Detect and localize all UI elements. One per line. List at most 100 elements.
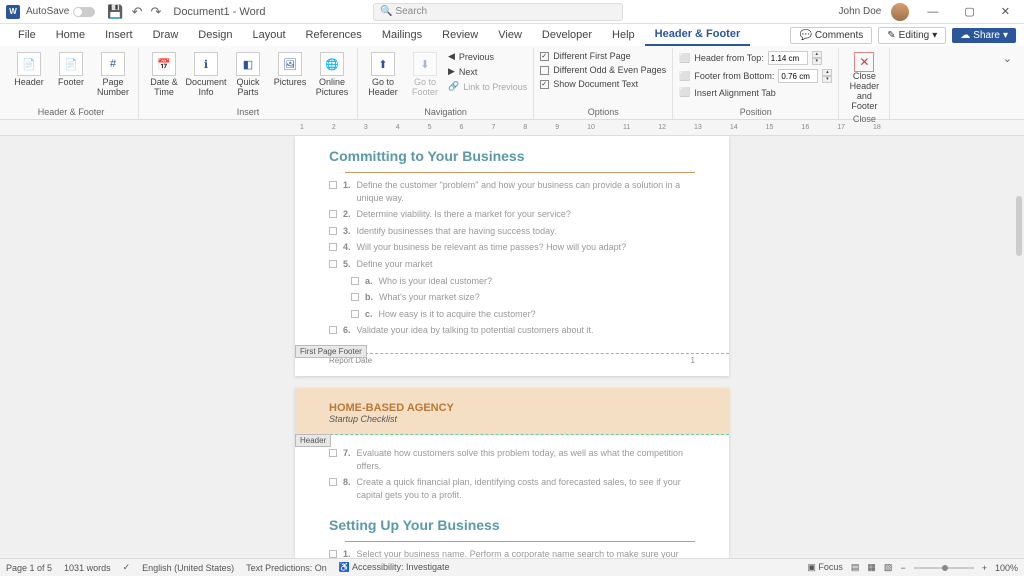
page-number-button[interactable]: #Page Number bbox=[94, 50, 132, 100]
checklist-item: b.What's your market size? bbox=[351, 291, 695, 304]
accessibility[interactable]: ♿ Accessibility: Investigate bbox=[339, 562, 450, 573]
checklist-item: 5.Define your market bbox=[329, 258, 695, 271]
web-layout-icon[interactable]: ▧ bbox=[884, 562, 893, 573]
zoom-slider[interactable] bbox=[914, 567, 974, 569]
first-page-footer-tag: First Page Footer bbox=[295, 345, 367, 358]
title-bar: W AutoSave 💾 ↶ ↷ Document1 - Word 🔍 Sear… bbox=[0, 0, 1024, 24]
different-first-page-checkbox[interactable]: Different First Page bbox=[540, 50, 666, 62]
goto-header-button[interactable]: ⬆Go to Header bbox=[364, 50, 402, 100]
footer-from-bottom[interactable]: ⬜ Footer from Bottom: ▴▾ bbox=[679, 68, 832, 84]
user-name[interactable]: John Doe bbox=[839, 6, 882, 17]
group-options: Different First Page Different Odd & Eve… bbox=[534, 48, 673, 119]
checklist-item: a.Who is your ideal customer? bbox=[351, 275, 695, 288]
vertical-scrollbar[interactable] bbox=[1016, 196, 1022, 256]
online-pictures-button[interactable]: 🌐Online Pictures bbox=[313, 50, 351, 100]
save-icon[interactable]: 💾 bbox=[103, 4, 127, 20]
checklist-item: 4.Will your business be relevant as time… bbox=[329, 241, 695, 254]
checklist-item: 1.Define the customer "problem" and how … bbox=[329, 179, 695, 204]
checklist-item: c.How easy is it to acquire the customer… bbox=[351, 308, 695, 321]
zoom-in[interactable]: + bbox=[982, 563, 987, 573]
tab-mailings[interactable]: Mailings bbox=[372, 25, 432, 45]
checklist-item: 1.Select your business name. Perform a c… bbox=[329, 548, 695, 558]
page-2[interactable]: HOME-BASED AGENCY Startup Checklist Head… bbox=[295, 388, 729, 558]
autosave-label: AutoSave bbox=[26, 6, 69, 17]
tab-home[interactable]: Home bbox=[46, 25, 95, 45]
tab-design[interactable]: Design bbox=[188, 25, 242, 45]
user-avatar[interactable] bbox=[891, 3, 909, 21]
insert-alignment-tab[interactable]: ⬜ Insert Alignment Tab bbox=[679, 86, 832, 99]
text-predictions[interactable]: Text Predictions: On bbox=[246, 563, 327, 573]
collapse-ribbon-icon[interactable]: ⌄ bbox=[995, 48, 1020, 119]
show-document-text-checkbox[interactable]: Show Document Text bbox=[540, 78, 666, 90]
previous-button[interactable]: ◀ Previous bbox=[448, 50, 527, 63]
different-odd-even-checkbox[interactable]: Different Odd & Even Pages bbox=[540, 64, 666, 76]
page-count[interactable]: Page 1 of 5 bbox=[6, 563, 52, 573]
maximize-button[interactable]: ▢ bbox=[956, 5, 982, 18]
document-info-button[interactable]: ℹDocument Info bbox=[187, 50, 225, 100]
tab-references[interactable]: References bbox=[296, 25, 372, 45]
quick-parts-button[interactable]: ◧Quick Parts bbox=[229, 50, 267, 100]
document-area[interactable]: Committing to Your Business 1.Define the… bbox=[0, 136, 1024, 558]
word-app-icon: W bbox=[6, 5, 20, 19]
header-button[interactable]: 📄Header bbox=[10, 50, 48, 90]
redo-icon[interactable]: ↷ bbox=[146, 4, 165, 20]
tab-layout[interactable]: Layout bbox=[243, 25, 296, 45]
group-navigation: ⬆Go to Header ⬇Go to Footer ◀ Previous ▶… bbox=[358, 48, 534, 119]
read-mode-icon[interactable]: ▤ bbox=[851, 562, 860, 573]
page-1[interactable]: Committing to Your Business 1.Define the… bbox=[295, 136, 729, 376]
editing-button[interactable]: ✎ Editing ▾ bbox=[878, 27, 946, 44]
pictures-button[interactable]: 🖼Pictures bbox=[271, 50, 309, 90]
header-title: HOME-BASED AGENCY bbox=[329, 402, 695, 414]
tab-developer[interactable]: Developer bbox=[532, 25, 602, 45]
word-count[interactable]: 1031 words bbox=[64, 563, 111, 573]
search-input[interactable]: 🔍 Search bbox=[373, 3, 623, 21]
tab-insert[interactable]: Insert bbox=[95, 25, 143, 45]
header-top-input[interactable] bbox=[768, 51, 808, 65]
ribbon: 📄Header 📄Footer #Page Number Header & Fo… bbox=[0, 46, 1024, 120]
group-insert: 📅Date & Time ℹDocument Info ◧Quick Parts… bbox=[139, 48, 358, 119]
tab-header-footer[interactable]: Header & Footer bbox=[645, 24, 751, 46]
footer-button[interactable]: 📄Footer bbox=[52, 50, 90, 90]
link-previous-button: 🔗 Link to Previous bbox=[448, 80, 527, 93]
tab-help[interactable]: Help bbox=[602, 25, 645, 45]
goto-footer-button[interactable]: ⬇Go to Footer bbox=[406, 50, 444, 100]
document-title: Document1 - Word bbox=[173, 6, 265, 18]
checklist-item: 2.Determine viability. Is there a market… bbox=[329, 208, 695, 221]
checklist-item: 3.Identify businesses that are having su… bbox=[329, 225, 695, 238]
page-header[interactable]: HOME-BASED AGENCY Startup Checklist bbox=[295, 388, 729, 435]
checklist-item: 7.Evaluate how customers solve this prob… bbox=[329, 447, 695, 472]
close-button[interactable]: ✕ bbox=[993, 5, 1018, 18]
group-close: ✕Close Header and Footer Close bbox=[839, 48, 890, 119]
section-title: Committing to Your Business bbox=[329, 148, 695, 164]
tab-file[interactable]: File bbox=[8, 25, 46, 45]
group-position: ⬜ Header from Top: ▴▾ ⬜ Footer from Bott… bbox=[673, 48, 839, 119]
undo-icon[interactable]: ↶ bbox=[128, 4, 147, 20]
checklist-item: 8.Create a quick financial plan, identif… bbox=[329, 476, 695, 501]
print-layout-icon[interactable]: ▦ bbox=[867, 562, 876, 573]
zoom-out[interactable]: − bbox=[900, 563, 905, 573]
search-icon: 🔍 bbox=[380, 6, 392, 17]
header-from-top[interactable]: ⬜ Header from Top: ▴▾ bbox=[679, 50, 832, 66]
tab-review[interactable]: Review bbox=[432, 25, 488, 45]
close-header-footer-button[interactable]: ✕Close Header and Footer bbox=[845, 50, 883, 114]
share-button[interactable]: ☁ Share ▾ bbox=[952, 28, 1016, 43]
tab-view[interactable]: View bbox=[488, 25, 532, 45]
header-tag: Header bbox=[295, 434, 331, 447]
tab-draw[interactable]: Draw bbox=[143, 25, 189, 45]
language[interactable]: English (United States) bbox=[142, 563, 234, 573]
focus-mode[interactable]: ▣ Focus bbox=[807, 562, 843, 573]
footer-right: 1 bbox=[691, 356, 695, 365]
spellcheck-icon[interactable]: ✓ bbox=[123, 562, 131, 573]
minimize-button[interactable]: — bbox=[919, 6, 946, 18]
close-icon: ✕ bbox=[854, 52, 874, 72]
section-title-2: Setting Up Your Business bbox=[329, 517, 695, 533]
status-bar: Page 1 of 5 1031 words ✓ English (United… bbox=[0, 558, 1024, 576]
comments-button[interactable]: 💬 Comments bbox=[790, 27, 872, 44]
date-time-button[interactable]: 📅Date & Time bbox=[145, 50, 183, 100]
next-button[interactable]: ▶ Next bbox=[448, 65, 527, 78]
header-subtitle: Startup Checklist bbox=[329, 414, 695, 424]
group-header-footer: 📄Header 📄Footer #Page Number Header & Fo… bbox=[4, 48, 139, 119]
zoom-level[interactable]: 100% bbox=[995, 563, 1018, 573]
footer-bottom-input[interactable] bbox=[778, 69, 818, 83]
autosave-toggle[interactable] bbox=[73, 7, 95, 17]
